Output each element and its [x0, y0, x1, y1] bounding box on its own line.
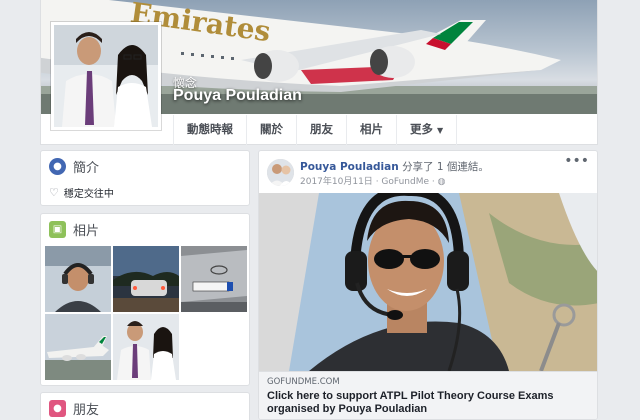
friends-icon: ● — [49, 399, 66, 417]
post-via[interactable]: GoFundMe — [381, 177, 429, 187]
globe-icon: ● — [49, 157, 66, 175]
heart-icon: ♡ — [49, 186, 59, 199]
link-domain: GOFUNDME.COM — [267, 377, 340, 387]
photo-thumb-couple[interactable] — [113, 314, 179, 380]
friends-box: ● 朋友 — [40, 392, 250, 420]
tab-more-label: 更多 — [410, 122, 433, 136]
tab-photos[interactable]: 相片 — [347, 115, 397, 145]
photo-thumb-pilot[interactable] — [45, 246, 111, 312]
globe-icon: ◍ — [437, 177, 446, 187]
photo-image — [45, 314, 111, 380]
profile-name[interactable]: Pouya Pouladian — [173, 87, 302, 105]
tab-friends-label: 朋友 — [310, 122, 333, 136]
photo-thumb-car-night[interactable] — [113, 246, 179, 312]
friends-header[interactable]: ● 朋友 — [41, 393, 249, 420]
relationship-status: 穩定交往中 — [63, 189, 114, 200]
photos-box: ▣ 相片 — [40, 213, 250, 386]
profile-photo-image — [54, 25, 158, 127]
profile-avatar[interactable] — [51, 22, 161, 130]
post-meta: 2017年10月11日 · GoFundMe · ◍ — [300, 174, 445, 187]
pilot-photo — [259, 193, 597, 371]
post-action-text: 分享了 1 個連結。 — [402, 161, 489, 173]
link-title[interactable]: Click here to support ATPL Pilot Theory … — [267, 390, 591, 416]
tab-photos-label: 相片 — [360, 122, 383, 136]
friends-title: 朋友 — [73, 402, 100, 418]
link-title-line-1: Click here to support ATPL Pilot Theory … — [267, 390, 554, 402]
link-preview-info[interactable]: GOFUNDME.COM Click here to support ATPL … — [259, 371, 597, 419]
photo-image — [181, 246, 247, 312]
photo-image — [113, 314, 179, 380]
photo-thumb-airplane[interactable] — [45, 314, 111, 380]
chevron-down-icon: ▼ — [437, 126, 444, 135]
intro-header: ● 簡介 — [41, 151, 249, 181]
post-author-name[interactable]: Pouya Pouladian — [300, 161, 399, 173]
link-title-line-2: organised by Pouya Pouladian — [267, 403, 428, 415]
photos-grid — [41, 244, 249, 384]
post-header: Pouya Pouladian 分享了 1 個連結。 — [300, 159, 489, 174]
tab-timeline-label: 動態時報 — [187, 122, 233, 136]
link-preview-image[interactable] — [259, 193, 597, 371]
tab-about-label: 關於 — [260, 122, 283, 136]
photos-title: 相片 — [73, 223, 100, 239]
avatar-image — [267, 159, 294, 186]
tab-timeline[interactable]: 動態時報 — [173, 115, 247, 145]
ellipsis-icon[interactable]: ••• — [564, 153, 589, 169]
tab-about[interactable]: 關於 — [247, 115, 297, 145]
photo-image — [45, 246, 111, 312]
photo-thumb-car-plate[interactable] — [181, 246, 247, 312]
photos-header[interactable]: ▣ 相片 — [41, 214, 249, 244]
profile-nav: 動態時報 關於 朋友 相片 更多 ▼ — [173, 115, 458, 145]
intro-box: ● 簡介 ♡ 穩定交往中 — [40, 150, 250, 206]
profile-header: Emirates 懷念 Pouya Pouladian 動態時報 關於 朋友 相… — [40, 0, 598, 145]
tab-more[interactable]: 更多 ▼ — [397, 115, 458, 145]
photo-image — [113, 246, 179, 312]
post-date[interactable]: 2017年10月11日 — [300, 177, 373, 187]
tab-friends[interactable]: 朋友 — [297, 115, 347, 145]
timeline-post: Pouya Pouladian 分享了 1 個連結。 2017年10月11日 ·… — [258, 150, 598, 420]
intro-title: 簡介 — [73, 160, 100, 176]
picture-icon: ▣ — [49, 220, 66, 238]
post-author-avatar[interactable] — [267, 159, 294, 186]
relationship-row: ♡ 穩定交往中 — [41, 181, 249, 208]
